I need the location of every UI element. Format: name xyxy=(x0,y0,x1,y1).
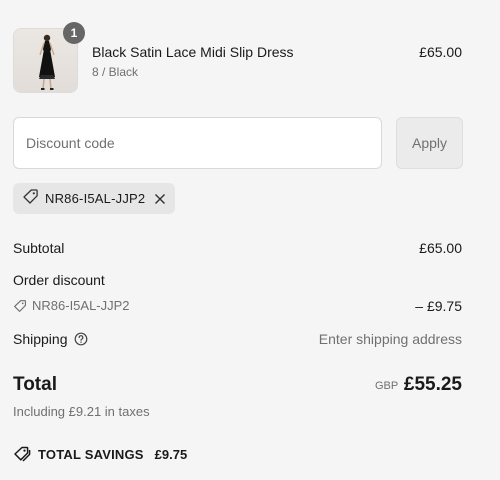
order-discount-code: NR86-I5AL-JJP2 xyxy=(32,298,130,313)
remove-discount-close-icon[interactable] xyxy=(153,192,167,206)
applied-discount-code: NR86-I5AL-JJP2 xyxy=(45,191,146,206)
total-savings-row: TOTAL SAVINGS £9.75 xyxy=(13,446,187,462)
product-variant: 8 / Black xyxy=(92,65,139,79)
total-savings-label: TOTAL SAVINGS xyxy=(38,446,144,462)
subtotal-value: £65.00 xyxy=(419,240,462,256)
subtotal-label: Subtotal xyxy=(13,240,65,256)
savings-tag-icon xyxy=(13,446,31,462)
order-discount-code-row: NR86-I5AL-JJP2 xyxy=(13,298,130,313)
shipping-value: Enter shipping address xyxy=(318,331,462,347)
taxes-note: Including £9.21 in taxes xyxy=(13,404,150,419)
total-savings-value: £9.75 xyxy=(154,446,188,462)
tag-icon xyxy=(13,299,27,313)
tag-icon xyxy=(22,188,39,210)
apply-discount-button[interactable]: Apply xyxy=(396,117,463,169)
applied-discount-chip: NR86-I5AL-JJP2 xyxy=(13,183,175,214)
total-value: £55.25 xyxy=(403,374,462,395)
total-currency: GBP xyxy=(375,380,399,392)
order-discount-value: – £9.75 xyxy=(415,298,462,314)
shipping-label-row: Shipping xyxy=(13,331,88,347)
help-circle-icon[interactable] xyxy=(74,332,88,346)
product-price: £65.00 xyxy=(419,44,462,60)
shipping-label: Shipping xyxy=(13,331,68,347)
quantity-badge: 1 xyxy=(63,22,85,44)
order-discount-label: Order discount xyxy=(13,272,105,288)
discount-code-input[interactable] xyxy=(13,117,382,169)
product-name: Black Satin Lace Midi Slip Dress xyxy=(92,44,294,60)
total-label: Total xyxy=(13,374,57,395)
